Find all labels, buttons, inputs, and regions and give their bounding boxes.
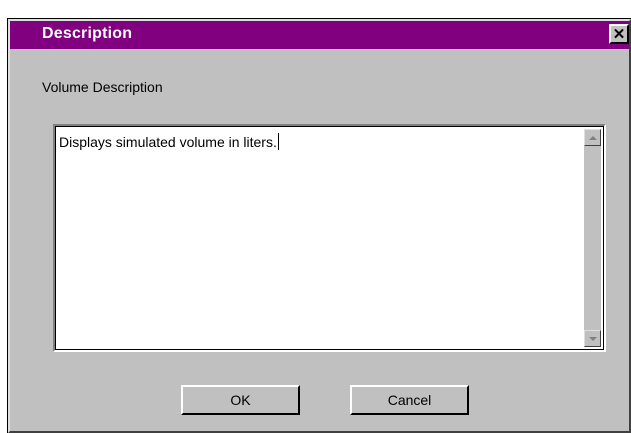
text-caret — [277, 133, 279, 150]
close-button[interactable]: ✕ — [609, 24, 629, 44]
cancel-button[interactable]: Cancel — [350, 385, 469, 415]
dialog-title: Description — [42, 25, 133, 42]
description-text: Displays simulated volume in liters. — [59, 134, 277, 150]
description-dialog: Description ✕ Volume Description Display… — [8, 19, 631, 433]
close-icon: ✕ — [612, 25, 626, 43]
scroll-up-arrow-icon — [588, 135, 597, 140]
description-textarea[interactable]: Displays simulated volume in liters. — [53, 124, 606, 352]
textarea-text: Displays simulated volume in liters. — [59, 133, 279, 150]
scroll-down-button[interactable] — [584, 330, 601, 347]
title-bar[interactable]: Description ✕ — [10, 21, 629, 49]
ok-button[interactable]: OK — [181, 385, 300, 415]
scroll-up-button[interactable] — [584, 129, 601, 146]
volume-description-label: Volume Description — [42, 79, 163, 95]
scroll-down-arrow-icon — [588, 336, 597, 341]
vertical-scrollbar[interactable] — [584, 129, 601, 347]
